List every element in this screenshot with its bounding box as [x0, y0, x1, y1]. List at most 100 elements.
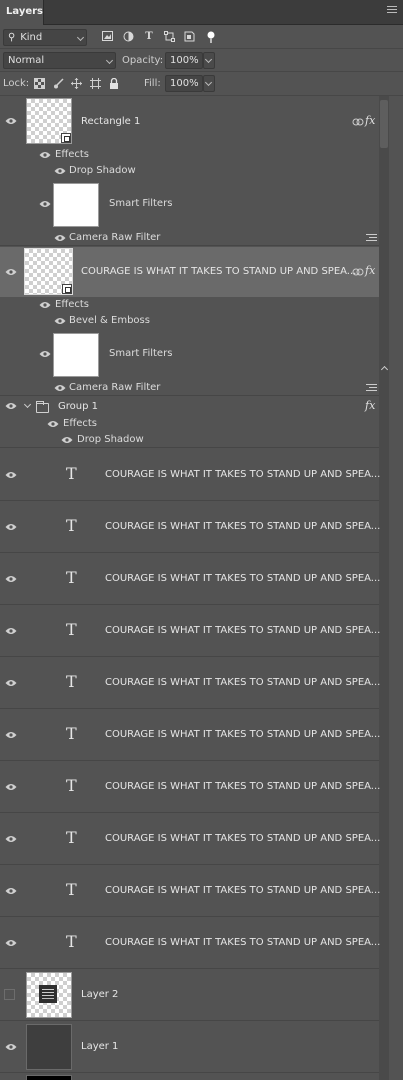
layer-name[interactable]: Rectangle 1 [81, 115, 140, 129]
layer-row-layer-1[interactable]: Layer 1 [0, 1021, 379, 1073]
text-layer-row[interactable]: T COURAGE IS WHAT IT TAKES TO STAND UP A… [0, 709, 380, 761]
visibility-eye-icon[interactable] [5, 783, 17, 791]
layer-name[interactable]: COURAGE IS WHAT IT TAKES TO STAND UP AND… [105, 936, 380, 950]
type-layer-icon[interactable]: T [66, 621, 77, 639]
layer-thumbnail[interactable] [26, 972, 72, 1018]
type-layer-icon[interactable]: T [66, 777, 77, 795]
text-layer-row[interactable]: T COURAGE IS WHAT IT TAKES TO STAND UP A… [0, 605, 380, 657]
effects-eye-icon[interactable] [47, 420, 59, 428]
layer-name[interactable]: Layer 2 [81, 988, 118, 1002]
visibility-eye-icon[interactable] [5, 939, 17, 947]
layer-name[interactable]: COURAGE IS WHAT IT TAKES TO STAND UP AND… [105, 832, 380, 846]
effects-row[interactable]: Effects [0, 416, 379, 432]
visibility-eye-icon[interactable] [5, 575, 17, 583]
text-layer-row[interactable]: T COURAGE IS WHAT IT TAKES TO STAND UP A… [0, 657, 380, 709]
layer-thumbnail[interactable] [26, 1024, 72, 1070]
smart-object-filter-icon[interactable] [183, 31, 195, 43]
fill-dropdown-button[interactable] [203, 75, 215, 92]
visibility-eye-icon[interactable] [5, 679, 17, 687]
effects-eye-icon[interactable] [39, 301, 51, 309]
type-layer-icon[interactable]: T [66, 673, 77, 691]
blend-mode-select[interactable]: Normal [3, 52, 116, 69]
adjustment-filter-icon[interactable] [122, 31, 134, 43]
layer-row-layer-2[interactable]: Layer 2 [0, 969, 379, 1021]
layer-row-rectangle-1[interactable]: Rectangle 1 fx [0, 96, 379, 148]
layer-name[interactable]: COURAGE IS WHAT IT TAKES TO STAND UP AND… [105, 676, 380, 690]
filter-eye-icon[interactable] [54, 234, 66, 242]
lock-pixels-brush-icon[interactable] [52, 78, 64, 90]
effects-row[interactable]: Effects [0, 297, 379, 313]
filter-eye-icon[interactable] [54, 384, 66, 392]
smart-filter-mask-thumbnail[interactable] [53, 183, 99, 227]
text-layer-row[interactable]: T COURAGE IS WHAT IT TAKES TO STAND UP A… [0, 761, 380, 813]
filter-row-camera-raw[interactable]: Camera Raw Filter [0, 229, 379, 246]
layer-name[interactable]: Group 1 [58, 400, 98, 414]
effect-eye-icon[interactable] [61, 436, 73, 444]
opacity-dropdown-button[interactable] [203, 52, 215, 69]
smart-filters-row[interactable]: Smart Filters [0, 179, 379, 229]
effect-eye-icon[interactable] [54, 167, 66, 175]
layer-name[interactable]: COURAGE IS WHAT IT TAKES TO STAND UP AND… [105, 624, 380, 638]
layer-name[interactable]: COURAGE IS WHAT IT TAKES TO STAND UP AND… [105, 572, 380, 586]
effects-row[interactable]: Effects [0, 147, 379, 163]
type-layer-icon[interactable]: T [66, 465, 77, 483]
image-filter-icon[interactable] [101, 31, 113, 43]
layer-thumbnail[interactable] [24, 248, 73, 295]
effect-eye-icon[interactable] [54, 317, 66, 325]
shape-filter-icon[interactable] [163, 31, 175, 43]
layer-name[interactable]: COURAGE IS WHAT IT TAKES TO STAND UP AND… [105, 468, 380, 482]
layer-name[interactable]: COURAGE IS WHAT IT TAKES TO STAND UP AND… [81, 265, 356, 279]
layer-name[interactable]: COURAGE IS WHAT IT TAKES TO STAND UP AND… [105, 884, 380, 898]
type-layer-icon[interactable]: T [66, 517, 77, 535]
type-layer-icon[interactable]: T [66, 725, 77, 743]
effects-eye-icon[interactable] [39, 151, 51, 159]
layers-tab[interactable]: Layers [0, 0, 44, 25]
type-layer-icon[interactable]: T [66, 829, 77, 847]
type-layer-icon[interactable]: T [66, 881, 77, 899]
type-layer-icon[interactable]: T [66, 933, 77, 951]
opacity-input[interactable]: 100% [165, 52, 203, 69]
text-layer-row[interactable]: T COURAGE IS WHAT IT TAKES TO STAND UP A… [0, 917, 380, 969]
fx-icon[interactable]: fx [365, 114, 375, 128]
filter-toggle-icon[interactable] [205, 31, 217, 43]
effect-row-drop-shadow[interactable]: Drop Shadow [0, 432, 379, 448]
filter-blending-options-icon[interactable] [366, 234, 377, 242]
fill-input[interactable]: 100% [165, 75, 203, 92]
visibility-eye-icon[interactable] [5, 887, 17, 895]
visibility-eye-icon[interactable] [5, 268, 17, 276]
visibility-eye-icon[interactable] [5, 1043, 17, 1051]
layer-row-partial[interactable] [0, 1073, 379, 1080]
type-layer-icon[interactable]: T [66, 569, 77, 587]
layer-row-group-1[interactable]: Group 1 fx [0, 397, 379, 416]
text-layer-row[interactable]: T COURAGE IS WHAT IT TAKES TO STAND UP A… [0, 501, 380, 553]
layer-thumbnail[interactable] [26, 98, 72, 144]
layer-name[interactable]: Layer 1 [81, 1040, 118, 1054]
layer-thumbnail[interactable] [26, 1075, 72, 1080]
visibility-eye-icon[interactable] [5, 835, 17, 843]
expand-group-chevron-icon[interactable] [23, 400, 32, 409]
visibility-eye-icon[interactable] [5, 731, 17, 739]
text-layer-row[interactable]: T COURAGE IS WHAT IT TAKES TO STAND UP A… [0, 865, 380, 917]
lock-all-icon[interactable] [108, 77, 120, 90]
effect-row-drop-shadow[interactable]: Drop Shadow [0, 163, 379, 179]
layer-name[interactable]: COURAGE IS WHAT IT TAKES TO STAND UP AND… [105, 780, 380, 794]
visibility-eye-icon[interactable] [5, 402, 17, 410]
lock-artboard-icon[interactable] [89, 78, 101, 90]
fx-icon[interactable]: fx [365, 264, 375, 278]
smart-filters-row[interactable]: Smart Filters [0, 329, 379, 379]
fx-icon[interactable]: fx [365, 399, 375, 413]
filter-blending-options-icon[interactable] [366, 384, 377, 392]
layer-name[interactable]: COURAGE IS WHAT IT TAKES TO STAND UP AND… [105, 520, 380, 534]
type-filter-icon[interactable]: T [143, 31, 155, 43]
visibility-eye-icon[interactable] [5, 117, 17, 125]
smart-filters-eye-icon[interactable] [39, 350, 51, 358]
filter-row-camera-raw[interactable]: Camera Raw Filter [0, 379, 379, 396]
visibility-eye-icon[interactable] [5, 627, 17, 635]
collapse-effects-chevron-icon[interactable] [380, 365, 389, 374]
smart-filters-eye-icon[interactable] [39, 200, 51, 208]
text-layer-row[interactable]: T COURAGE IS WHAT IT TAKES TO STAND UP A… [0, 553, 380, 605]
text-layer-row[interactable]: T COURAGE IS WHAT IT TAKES TO STAND UP A… [0, 449, 380, 501]
visibility-eye-icon[interactable] [5, 523, 17, 531]
visibility-toggle-off[interactable] [4, 989, 15, 1000]
layer-row-courage-smart[interactable]: COURAGE IS WHAT IT TAKES TO STAND UP AND… [0, 247, 379, 297]
